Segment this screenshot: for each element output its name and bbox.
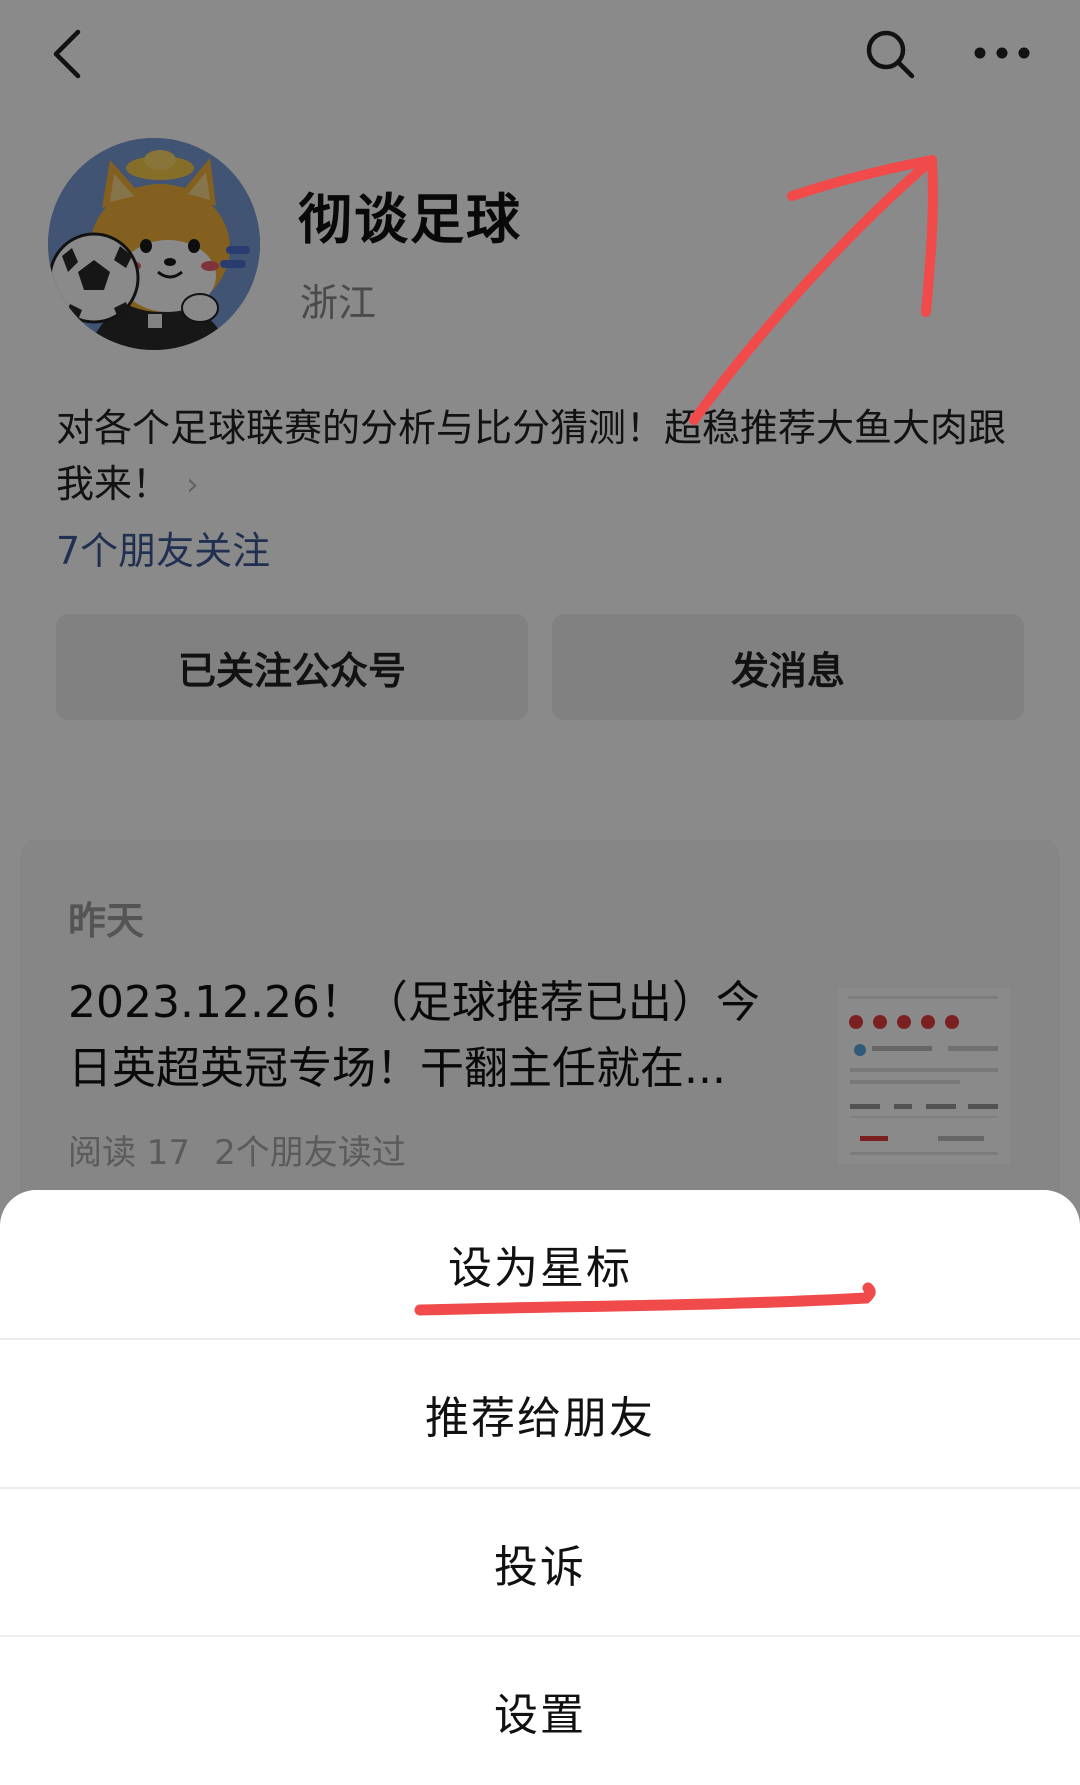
set-star-item[interactable]: 设为星标	[0, 1190, 1080, 1338]
official-account-profile-page: 彻谈足球 浙江 对各个足球联赛的分析与比分猜测！超稳推荐大鱼大肉跟我来！ › 7个…	[0, 0, 1080, 1775]
complain-item[interactable]: 投诉	[0, 1489, 1080, 1637]
settings-item[interactable]: 设置	[0, 1637, 1080, 1785]
recommend-to-friends-item[interactable]: 推荐给朋友	[0, 1340, 1080, 1488]
action-sheet: 设为星标 推荐给朋友 投诉 设置	[0, 1190, 1080, 1775]
